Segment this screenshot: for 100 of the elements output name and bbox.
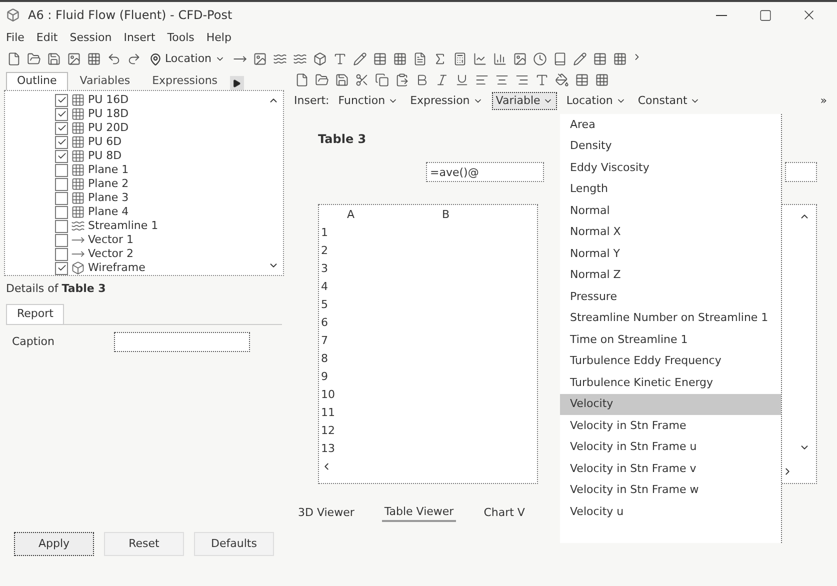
- tree-item[interactable]: Wireframe: [88, 260, 146, 276]
- location-button[interactable]: Location: [146, 50, 228, 68]
- copy-icon[interactable]: [374, 72, 390, 88]
- open-icon[interactable]: [314, 72, 330, 88]
- checkbox[interactable]: [55, 164, 68, 176]
- details-tab[interactable]: Report: [6, 304, 64, 324]
- checkbox[interactable]: [55, 206, 68, 218]
- tree-item[interactable]: PU 6D: [88, 134, 122, 150]
- menu-option[interactable]: Normal X: [560, 222, 781, 243]
- bar-chart-icon[interactable]: [492, 51, 508, 67]
- cut-icon[interactable]: [354, 72, 370, 88]
- menu-option[interactable]: Velocity in Stn Frame: [560, 415, 781, 436]
- menu-option[interactable]: Eddy Viscosity: [560, 157, 781, 178]
- save-icon[interactable]: [46, 51, 62, 67]
- tree-item[interactable]: Vector 1: [88, 232, 134, 248]
- insert-menu-button[interactable]: Constant: [634, 92, 704, 110]
- undo-icon[interactable]: [106, 51, 122, 67]
- checkbox[interactable]: [55, 150, 68, 162]
- menu-option[interactable]: Streamline Number on Streamline 1: [560, 308, 781, 329]
- text-size-icon[interactable]: [534, 72, 550, 88]
- menu-option[interactable]: Velocity: [560, 394, 781, 415]
- menu-option[interactable]: Density: [560, 136, 781, 157]
- caption-field[interactable]: [114, 332, 250, 352]
- checkbox[interactable]: [55, 136, 68, 148]
- grid-icon[interactable]: [612, 51, 628, 67]
- insert-menu-button[interactable]: Location: [563, 92, 629, 110]
- menu-option[interactable]: Velocity in Stn Frame w: [560, 480, 781, 501]
- checkbox[interactable]: [55, 122, 68, 134]
- menu-option[interactable]: Velocity in Stn Frame u: [560, 436, 781, 458]
- new-file-icon[interactable]: [294, 72, 310, 88]
- grid-icon[interactable]: [86, 51, 102, 67]
- menu-option[interactable]: Velocity in Stn Frame v: [560, 458, 781, 480]
- panel-tab[interactable]: Expressions: [142, 72, 228, 90]
- more-button[interactable]: »: [816, 92, 831, 110]
- tree-item[interactable]: Vector 2: [88, 246, 134, 262]
- cube-icon[interactable]: [312, 51, 328, 67]
- checkbox[interactable]: [55, 220, 68, 232]
- tree-item[interactable]: Plane 1: [88, 162, 129, 178]
- checkbox[interactable]: [55, 234, 68, 246]
- menu-option[interactable]: Velocity u: [560, 501, 781, 522]
- tree-item[interactable]: PU 16D: [88, 92, 129, 108]
- menu-item[interactable]: Edit: [36, 30, 58, 46]
- checkbox[interactable]: [55, 192, 68, 204]
- checkbox[interactable]: [55, 108, 68, 120]
- scroll-right-icon[interactable]: [230, 76, 244, 90]
- image-icon[interactable]: [66, 51, 82, 67]
- menu-item[interactable]: File: [6, 30, 24, 46]
- clock-icon[interactable]: [532, 51, 548, 67]
- new-file-icon[interactable]: [6, 51, 22, 67]
- formula-field[interactable]: =ave()@: [426, 162, 544, 182]
- menu-option[interactable]: Normal Y: [560, 243, 781, 264]
- tree-item[interactable]: Plane 2: [88, 176, 129, 192]
- panel-tab[interactable]: Variables: [70, 72, 140, 90]
- tree-item[interactable]: Plane 4: [88, 204, 129, 220]
- menu-item[interactable]: Help: [206, 30, 232, 46]
- action-button[interactable]: Apply: [14, 532, 94, 556]
- checkbox[interactable]: [55, 262, 68, 274]
- tree-item[interactable]: PU 20D: [88, 120, 129, 136]
- redo-icon[interactable]: [126, 51, 142, 67]
- checkbox[interactable]: [55, 94, 68, 106]
- checkbox[interactable]: [55, 178, 68, 190]
- viewer-tab[interactable]: Table Viewer: [382, 504, 456, 522]
- menu-item[interactable]: Insert: [124, 30, 156, 46]
- checkbox[interactable]: [55, 248, 68, 260]
- fill-icon[interactable]: [554, 72, 570, 88]
- table-icon[interactable]: [592, 51, 608, 67]
- menu-option[interactable]: Time on Streamline 1: [560, 329, 781, 350]
- menu-option[interactable]: Turbulence Kinetic Energy: [560, 372, 781, 394]
- pencil-icon[interactable]: [572, 51, 588, 67]
- menu-option[interactable]: Area: [560, 114, 781, 136]
- menu-option[interactable]: Pressure: [560, 286, 781, 308]
- save-icon[interactable]: [334, 72, 350, 88]
- chart-icon[interactable]: [472, 51, 488, 67]
- menu-option[interactable]: Normal: [560, 200, 781, 222]
- viewer-tab[interactable]: 3D Viewer: [296, 504, 356, 522]
- viewer-tab[interactable]: Chart V: [482, 504, 527, 522]
- text-field[interactable]: [785, 162, 817, 182]
- menu-option[interactable]: Normal Z: [560, 264, 781, 286]
- table-icon[interactable]: [372, 51, 388, 67]
- paste-icon[interactable]: [394, 72, 410, 88]
- panel-tab[interactable]: Outline: [6, 72, 68, 90]
- insert-menu-button[interactable]: Expression: [407, 92, 486, 110]
- tree-item[interactable]: Streamline 1: [88, 218, 158, 234]
- open-icon[interactable]: [26, 51, 42, 67]
- action-button[interactable]: Reset: [104, 532, 184, 556]
- action-button[interactable]: Defaults: [194, 532, 274, 556]
- tree-item[interactable]: PU 18D: [88, 106, 129, 122]
- menu-option[interactable]: Length: [560, 178, 781, 200]
- menu-item[interactable]: Tools: [167, 30, 194, 46]
- insert-menu-button[interactable]: Variable: [492, 92, 558, 110]
- menu-option[interactable]: Turbulence Eddy Frequency: [560, 350, 781, 372]
- grid-icon[interactable]: [594, 72, 610, 88]
- image-icon[interactable]: [512, 51, 528, 67]
- menu-item[interactable]: Session: [70, 30, 112, 46]
- tree-item[interactable]: PU 8D: [88, 148, 122, 164]
- grid-icon[interactable]: [392, 51, 408, 67]
- tree-item[interactable]: Plane 3: [88, 190, 129, 206]
- pencil-icon[interactable]: [352, 51, 368, 67]
- underline-icon[interactable]: [454, 72, 470, 88]
- insert-menu-button[interactable]: Function: [335, 92, 402, 110]
